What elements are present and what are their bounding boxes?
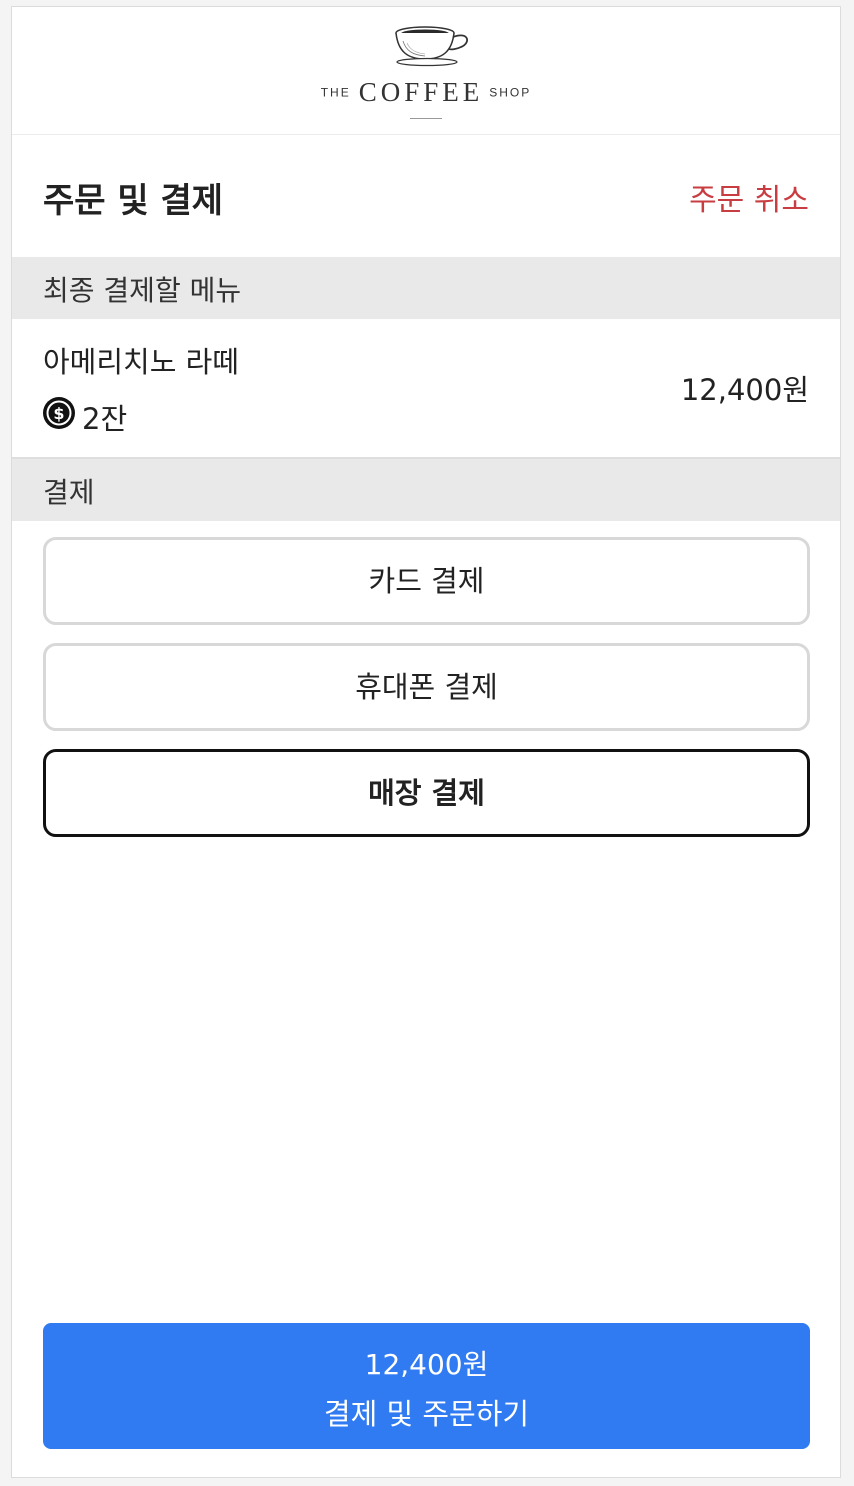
coin-icon: $ bbox=[43, 397, 75, 429]
cancel-order-link[interactable]: 주문 취소 bbox=[689, 175, 809, 219]
header: THE COFFEE SHOP bbox=[12, 7, 840, 135]
order-section-label: 최종 결제할 메뉴 bbox=[43, 274, 242, 307]
card-payment-button[interactable]: 카드 결제 bbox=[43, 537, 810, 625]
order-section-header: 최종 결제할 메뉴 bbox=[12, 257, 840, 319]
order-item: 아메리치노 라떼 $ 2잔 12,400원 bbox=[12, 319, 840, 459]
logo-divider bbox=[410, 118, 442, 119]
payment-section-label: 결제 bbox=[43, 476, 95, 509]
submit-label: 결제 및 주문하기 bbox=[323, 1397, 530, 1431]
store-payment-button[interactable]: 매장 결제 bbox=[43, 749, 810, 837]
item-price: 12,400원 bbox=[680, 373, 809, 407]
submit-order-button[interactable]: 12,400원 결제 및 주문하기 bbox=[43, 1323, 810, 1449]
svg-text:$: $ bbox=[53, 404, 64, 423]
payment-section-header: 결제 bbox=[12, 459, 840, 521]
logo-prefix: THE bbox=[320, 85, 351, 100]
item-name: 아메리치노 라떼 bbox=[43, 345, 239, 379]
title-row: 주문 및 결제 주문 취소 bbox=[12, 135, 840, 257]
shop-logo: THE COFFEE SHOP bbox=[12, 77, 840, 107]
logo-name: COFFEE bbox=[358, 77, 484, 107]
page-title: 주문 및 결제 bbox=[43, 181, 224, 221]
submit-total-price: 12,400원 bbox=[364, 1348, 489, 1381]
logo-suffix: SHOP bbox=[489, 85, 532, 100]
order-page: THE COFFEE SHOP 주문 및 결제 주문 취소 최종 결제할 메뉴 아메… bbox=[11, 6, 841, 1478]
coffee-cup-icon bbox=[395, 26, 468, 67]
phone-payment-button[interactable]: 휴대폰 결제 bbox=[43, 643, 810, 731]
item-quantity: 2잔 bbox=[82, 402, 128, 436]
